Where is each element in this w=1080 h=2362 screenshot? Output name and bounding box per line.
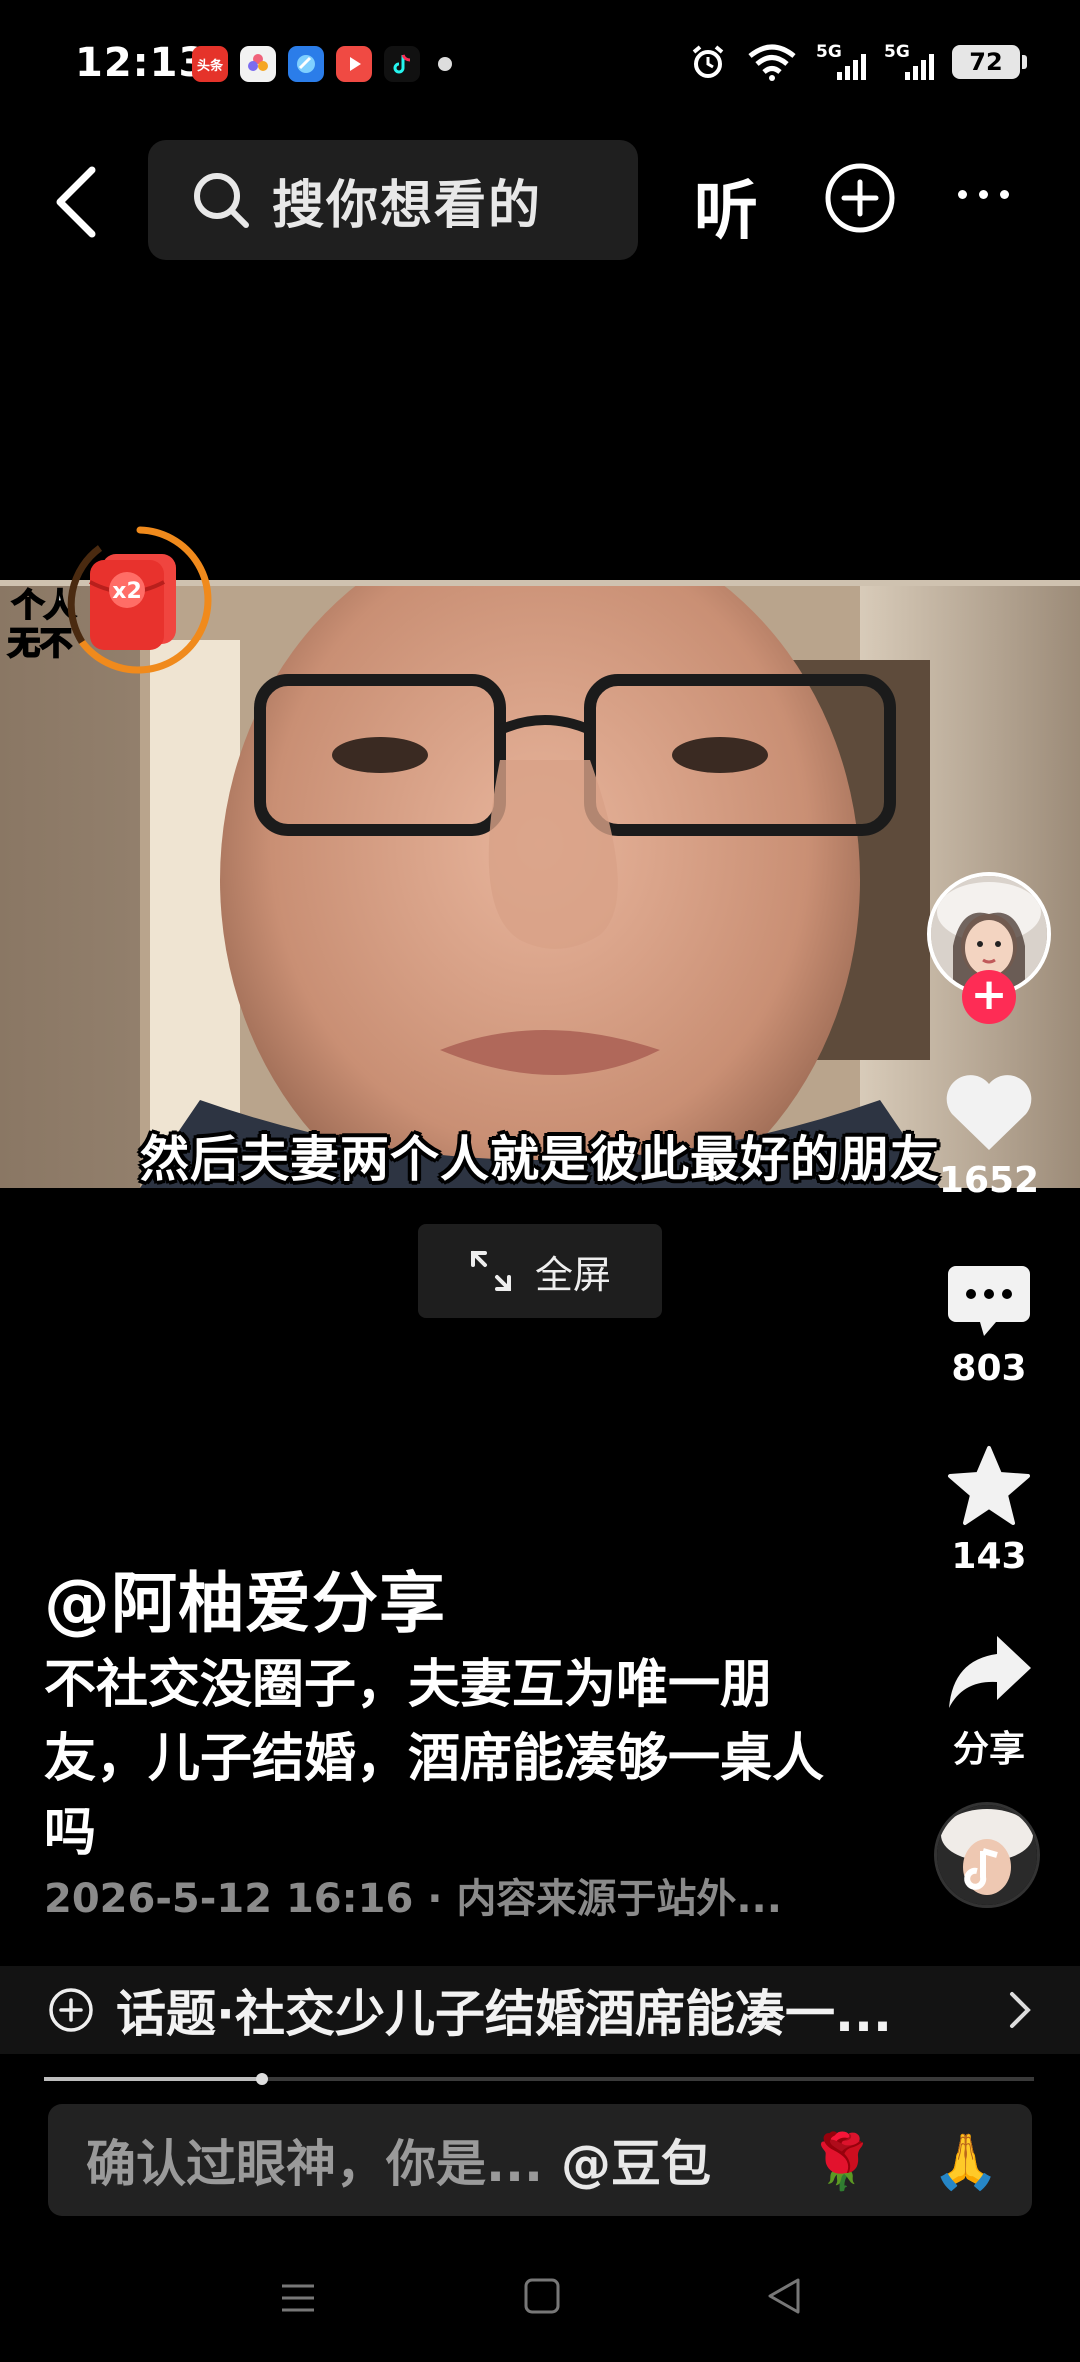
search-placeholder: 搜你想看的 xyxy=(272,175,543,236)
favorite-count: 143 xyxy=(951,1536,1027,1577)
system-indicators: 5G 5G 72 xyxy=(688,42,1027,82)
progress-knob[interactable] xyxy=(255,2073,268,2085)
heart-icon xyxy=(946,1075,1032,1150)
favorite-action[interactable]: 143 xyxy=(920,1444,1058,1577)
share-action[interactable]: 分享 xyxy=(920,1632,1058,1772)
comment-placeholder: 确认过眼神，你是... xyxy=(86,2135,543,2193)
red-packet-reward-icon[interactable]: x2 xyxy=(60,520,220,680)
flower-app-icon xyxy=(240,46,276,82)
cellular-signal-2-icon: 5G xyxy=(884,42,934,82)
reward-multiplier-badge: x2 xyxy=(112,579,142,604)
post-meta: 2026-5-12 16:16 · 内容来源于站外... xyxy=(44,1876,782,1922)
video-subtitle: 然后夫妻两个人就是彼此最好的朋友 xyxy=(139,1131,940,1188)
add-circle-icon[interactable] xyxy=(824,162,896,234)
menu-nav-icon[interactable] xyxy=(278,2278,318,2318)
video-description[interactable]: 不社交没圈子，夫妻互为唯一朋友，儿子结婚，酒席能凑够一桌人吗 xyxy=(44,1648,834,1870)
comment-input[interactable]: 确认过眼神，你是... @豆包 🌹 🙏 xyxy=(48,2104,1032,2216)
clock: 12:13 xyxy=(75,40,208,86)
share-label: 分享 xyxy=(952,1729,1025,1770)
rose-emoji-button[interactable]: 🌹 xyxy=(808,2130,875,2194)
system-nav-bar xyxy=(0,2250,1080,2362)
topic-bar[interactable]: 话题·社交少儿子结婚酒席能凑一... xyxy=(0,1966,1080,2054)
more-notifications-dot xyxy=(438,57,452,71)
mention-doubao[interactable]: @豆包 xyxy=(561,2124,711,2196)
search-box[interactable]: 搜你想看的 xyxy=(148,140,638,260)
comment-count: 803 xyxy=(951,1348,1027,1389)
listen-button[interactable]: 听 xyxy=(694,160,758,252)
status-bar: 12:13 头条 5G 5G 72 xyxy=(0,0,1080,130)
add-topic-icon xyxy=(49,1988,93,2032)
progress-fill xyxy=(44,2077,262,2081)
back-nav-icon[interactable] xyxy=(764,2276,804,2316)
comment-action[interactable]: 803 xyxy=(920,1262,1058,1389)
chevron-right-icon xyxy=(1010,1992,1031,2028)
alarm-icon xyxy=(692,45,724,78)
back-arrow-icon[interactable] xyxy=(48,162,104,242)
like-count: 1652 xyxy=(938,1160,1040,1201)
browser-app-icon xyxy=(288,46,324,82)
wifi-icon xyxy=(748,44,796,81)
pray-emoji-button[interactable]: 🙏 xyxy=(932,2130,999,2194)
tiktok-app-icon xyxy=(384,46,420,82)
star-icon xyxy=(948,1446,1030,1525)
video-progress-bar[interactable] xyxy=(44,2073,1034,2085)
author-handle[interactable]: @阿柚爱分享 xyxy=(44,1550,446,1646)
battery-indicator: 72 xyxy=(952,45,1027,79)
search-icon xyxy=(194,173,249,228)
more-options-icon[interactable] xyxy=(958,190,1009,199)
follow-button[interactable]: + xyxy=(962,970,1016,1024)
video-app-icon xyxy=(336,46,372,82)
share-arrow-icon xyxy=(949,1636,1031,1708)
expand-icon xyxy=(470,1251,511,1291)
comment-bubble-icon xyxy=(948,1266,1030,1336)
fullscreen-label: 全屏 xyxy=(534,1252,611,1297)
like-action[interactable]: 1652 xyxy=(920,1070,1058,1201)
notification-icons: 头条 xyxy=(192,46,452,82)
home-nav-icon[interactable] xyxy=(522,2276,562,2316)
cellular-signal-1-icon: 5G xyxy=(816,42,866,82)
toutiao-app-icon: 头条 xyxy=(192,46,228,82)
topic-label: 话题·社交少儿子结婚酒席能凑一... xyxy=(116,1985,892,2043)
fullscreen-button[interactable]: 全屏 xyxy=(418,1224,662,1318)
music-disc-icon[interactable] xyxy=(934,1802,1040,1908)
